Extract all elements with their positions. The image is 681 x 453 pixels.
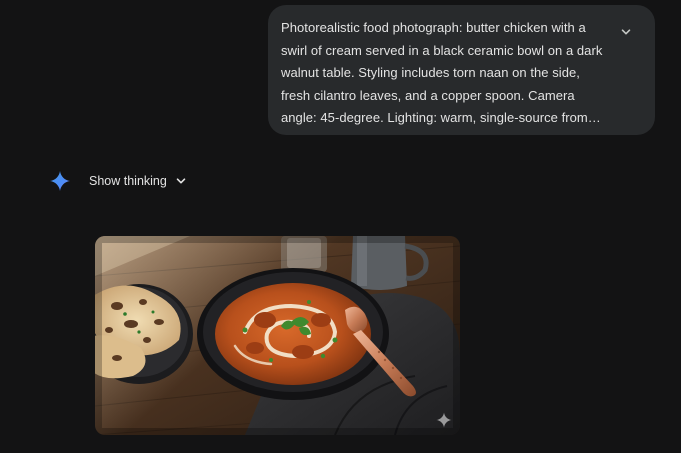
- food-photo: [95, 236, 460, 435]
- chevron-down-icon: [621, 29, 631, 35]
- user-prompt-bubble: Photorealistic food photograph: butter c…: [268, 5, 655, 135]
- sparkle-icon: [50, 171, 70, 191]
- expand-prompt-button[interactable]: [615, 21, 637, 43]
- sparkle-icon: [436, 412, 452, 428]
- generated-image[interactable]: [95, 236, 460, 435]
- chat-page: Photorealistic food photograph: butter c…: [0, 0, 681, 453]
- show-thinking-label: Show thinking: [89, 174, 167, 188]
- user-prompt-text: Photorealistic food photograph: butter c…: [281, 20, 603, 125]
- show-thinking-button[interactable]: Show thinking: [85, 170, 191, 192]
- chevron-down-icon: [176, 178, 186, 184]
